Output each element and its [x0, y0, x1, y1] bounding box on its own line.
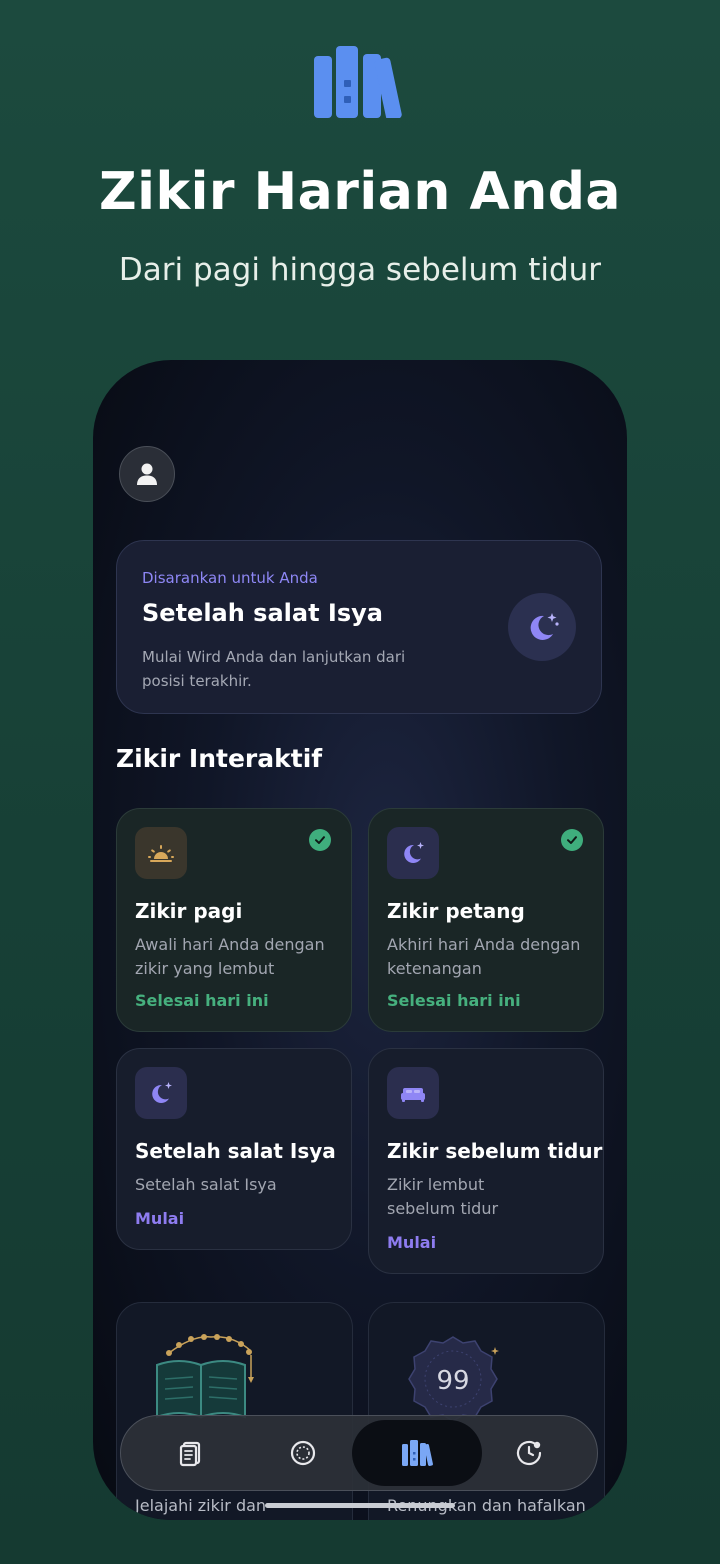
- card-title: Zikir pagi: [135, 899, 243, 923]
- card-title: Zikir sebelum tidur: [387, 1139, 603, 1163]
- card-setelah-isya[interactable]: Setelah salat Isya Setelah salat Isya Mu…: [116, 1048, 352, 1250]
- app-screen: Disarankan untuk Anda Setelah salat Isya…: [93, 360, 627, 1520]
- suggestion-card[interactable]: Disarankan untuk Anda Setelah salat Isya…: [116, 540, 602, 714]
- promo-title: Zikir Harian Anda: [98, 162, 622, 222]
- names-badge-99-icon: 99: [408, 1336, 499, 1422]
- library-books-icon: [402, 1440, 433, 1467]
- open-book-prayer-beads-icon: [156, 1334, 254, 1419]
- card-description: Awali hari Anda dengan zikir yang lembut: [135, 935, 325, 978]
- card-status: Mulai: [387, 1233, 437, 1252]
- suggestion-eyebrow: Disarankan untuk Anda: [142, 569, 318, 587]
- circle-ring-icon: [290, 1440, 316, 1466]
- phone-frame: Disarankan untuk Anda Setelah salat Isya…: [93, 360, 627, 1520]
- home-indicator: [265, 1503, 455, 1508]
- card-zikir-pagi[interactable]: Zikir pagi Awali hari Anda dengan zikir …: [116, 808, 352, 1032]
- sunrise-icon: [148, 845, 174, 862]
- card-title: Setelah salat Isya: [135, 1139, 336, 1163]
- person-icon: [137, 463, 157, 485]
- library-books-icon: [314, 46, 402, 118]
- card-status: Selesai hari ini: [387, 991, 521, 1010]
- nav-history[interactable]: [477, 1416, 581, 1490]
- card-icon-badge: [135, 1067, 187, 1119]
- card-description: Setelah salat Isya: [135, 1175, 277, 1194]
- bed-icon: [401, 1088, 425, 1102]
- card-title: Zikir petang: [387, 899, 525, 923]
- card-sebelum-tidur[interactable]: Zikir sebelum tidur Zikir lembut sebelum…: [368, 1048, 604, 1274]
- bottom-nav-bar: [120, 1415, 598, 1491]
- suggestion-icon-badge: [508, 593, 576, 661]
- card-icon-badge: [387, 827, 439, 879]
- completed-check-icon: [309, 829, 331, 851]
- moon-stars-icon: [530, 613, 559, 640]
- card-description: Zikir lembut sebelum tidur: [387, 1175, 499, 1218]
- nav-counter[interactable]: [251, 1416, 355, 1490]
- document-icon: [179, 1441, 201, 1467]
- card-status: Selesai hari ini: [135, 991, 269, 1010]
- profile-button[interactable]: [119, 446, 175, 502]
- card-icon-badge: [387, 1067, 439, 1119]
- completed-check-icon: [561, 829, 583, 851]
- card-zikir-petang[interactable]: Zikir petang Akhiri hari Anda dengan ket…: [368, 808, 604, 1032]
- card-description: Akhiri hari Anda dengan ketenangan: [387, 935, 581, 978]
- promo-subtitle: Dari pagi hingga sebelum tidur: [118, 252, 602, 288]
- clock-icon: [516, 1440, 542, 1466]
- suggestion-title: Setelah salat Isya: [142, 599, 383, 627]
- feature-description: Jelajahi zikir dan: [135, 1496, 267, 1515]
- moon-stars-icon: [404, 842, 424, 863]
- suggestion-description: Mulai Wird Anda dan lanjutkan dari posis…: [142, 648, 406, 690]
- badge-number: 99: [436, 1366, 469, 1396]
- section-title: Zikir Interaktif: [116, 744, 323, 773]
- nav-library[interactable]: [139, 1416, 243, 1490]
- moon-stars-icon: [152, 1082, 172, 1103]
- nav-zikir[interactable]: [352, 1420, 482, 1486]
- card-status: Mulai: [135, 1209, 185, 1228]
- card-icon-badge: [135, 827, 187, 879]
